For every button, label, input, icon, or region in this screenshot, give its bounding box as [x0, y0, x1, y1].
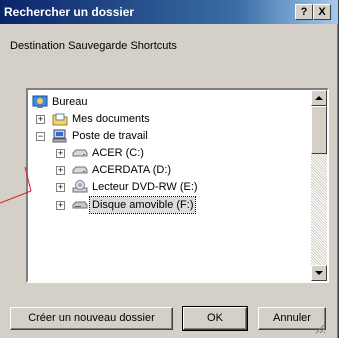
arrow-up-icon	[315, 96, 323, 100]
tree-item-label: Bureau	[52, 96, 88, 108]
arrow-down-icon	[315, 271, 323, 275]
collapse-toggle[interactable]: −	[36, 132, 45, 141]
tree-item-label: ACERDATA (D:)	[92, 164, 172, 176]
dvd-drive-icon	[72, 180, 88, 194]
scroll-thumb[interactable]	[311, 106, 327, 154]
dialog-description: Destination Sauvegarde Shortcuts	[10, 40, 177, 52]
drive-icon	[72, 146, 88, 160]
expand-toggle[interactable]: +	[56, 149, 65, 158]
ok-button[interactable]: OK	[182, 306, 248, 331]
help-button[interactable]: ?	[295, 4, 313, 20]
vertical-scrollbar[interactable]	[311, 90, 327, 281]
title-bar[interactable]: Rechercher un dossier ? X	[0, 0, 338, 24]
folder-tree[interactable]: Bureau + Mes documents − Poste de travai…	[26, 88, 329, 283]
resize-grip-icon[interactable]	[314, 322, 326, 334]
tree-item-label: Disque amovible (F:)	[88, 196, 197, 214]
new-folder-button[interactable]: Créer un nouveau dossier	[10, 307, 173, 330]
drive-icon	[72, 163, 88, 177]
scroll-down-button[interactable]	[311, 265, 327, 281]
annotation-arrow-icon	[0, 166, 32, 204]
tree-item-label: Mes documents	[72, 113, 150, 125]
tree-item-label: ACER (C:)	[92, 147, 144, 159]
folder-icon	[52, 112, 68, 126]
scroll-up-button[interactable]	[311, 90, 327, 106]
tree-item-label: Lecteur DVD-RW (E:)	[92, 181, 198, 193]
removable-drive-icon	[72, 198, 88, 212]
computer-icon	[52, 129, 68, 143]
window-title: Rechercher un dossier	[4, 5, 135, 19]
close-button[interactable]: X	[313, 4, 331, 20]
desktop-icon	[32, 95, 48, 109]
expand-toggle[interactable]: +	[56, 183, 65, 192]
folder-browser-dialog: Rechercher un dossier ? X Destination Sa…	[0, 0, 339, 338]
tree-item-label: Poste de travail	[72, 130, 148, 142]
expand-toggle[interactable]: +	[36, 115, 45, 124]
expand-toggle[interactable]: +	[56, 201, 65, 210]
expand-toggle[interactable]: +	[56, 166, 65, 175]
